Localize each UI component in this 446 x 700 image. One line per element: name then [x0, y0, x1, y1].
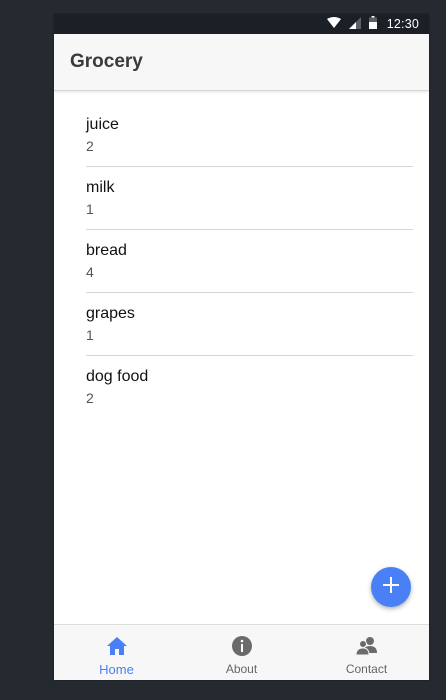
- contact-icon: [354, 635, 378, 657]
- list-item[interactable]: milk 1: [86, 167, 413, 230]
- app-header: Grocery: [54, 34, 429, 91]
- item-name: juice: [86, 116, 119, 133]
- page-title: Grocery: [70, 51, 143, 72]
- add-item-button[interactable]: [371, 567, 411, 607]
- home-icon: [106, 635, 128, 657]
- item-name: milk: [86, 179, 115, 196]
- list-item[interactable]: dog food 2: [86, 356, 413, 418]
- list-item[interactable]: juice 2: [86, 104, 413, 167]
- phone-screen: 12:30 Grocery juice 2 milk 1 bread 4 gra…: [54, 14, 429, 680]
- list-item[interactable]: grapes 1: [86, 293, 413, 356]
- item-name: bread: [86, 242, 127, 259]
- nav-label-home: Home: [99, 662, 134, 677]
- battery-icon: [368, 16, 377, 32]
- list-item[interactable]: bread 4: [86, 230, 413, 293]
- item-quantity: 4: [86, 264, 94, 280]
- status-icons: 12:30: [326, 14, 419, 34]
- nav-label-contact: Contact: [345, 662, 388, 676]
- signal-icon: [348, 16, 361, 32]
- nav-item-home[interactable]: Home: [54, 625, 179, 680]
- wifi-icon: [326, 16, 341, 32]
- status-time: 12:30: [386, 17, 419, 31]
- info-icon: [231, 635, 253, 657]
- plus-icon: [382, 576, 400, 599]
- item-quantity: 2: [86, 138, 94, 154]
- nav-label-about: About: [225, 662, 258, 676]
- nav-item-contact[interactable]: Contact: [304, 625, 429, 680]
- status-bar: 12:30: [54, 14, 429, 34]
- item-quantity: 1: [86, 201, 94, 217]
- item-name: grapes: [86, 305, 135, 322]
- item-quantity: 2: [86, 390, 94, 406]
- item-name: dog food: [86, 368, 149, 385]
- nav-item-about[interactable]: About: [179, 625, 304, 680]
- grocery-list: juice 2 milk 1 bread 4 grapes 1 dog food…: [86, 104, 413, 418]
- item-quantity: 1: [86, 327, 94, 343]
- bottom-navigation: Home About Contact: [54, 624, 429, 680]
